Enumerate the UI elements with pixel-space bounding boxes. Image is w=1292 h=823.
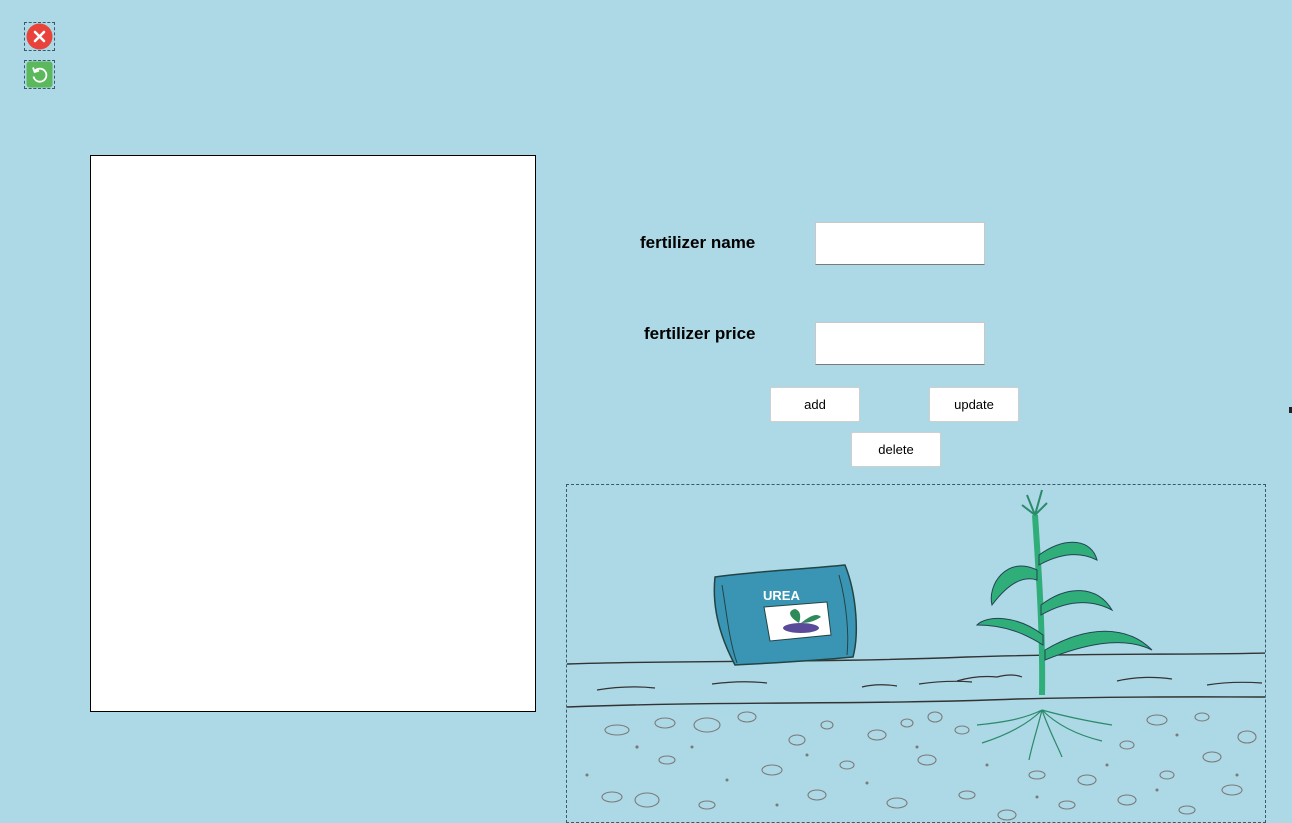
fertilizer-price-input[interactable]: [815, 322, 985, 365]
delete-button[interactable]: delete: [851, 432, 941, 467]
close-button[interactable]: [24, 22, 55, 51]
refresh-icon: [26, 61, 53, 88]
fertilizer-name-input[interactable]: [815, 222, 985, 265]
soil-plant-scene: UREA: [567, 489, 1265, 821]
soil-stones: [601, 711, 1257, 821]
soil-dots: [585, 733, 1239, 807]
refresh-button[interactable]: [24, 60, 55, 89]
corn-plant: [975, 489, 1153, 761]
add-button[interactable]: add: [770, 387, 860, 422]
fertilizer-price-label: fertilizer price: [644, 324, 756, 343]
fertilizer-illustration: UREA: [566, 484, 1266, 823]
urea-bag: UREA: [713, 564, 857, 666]
bag-label: UREA: [763, 588, 800, 603]
fertilizer-list[interactable]: [90, 155, 536, 712]
fertilizer-name-label: fertilizer name: [640, 233, 756, 252]
update-button[interactable]: update: [929, 387, 1019, 422]
fertilizer-list-items: [91, 156, 535, 164]
close-icon: [26, 23, 53, 50]
